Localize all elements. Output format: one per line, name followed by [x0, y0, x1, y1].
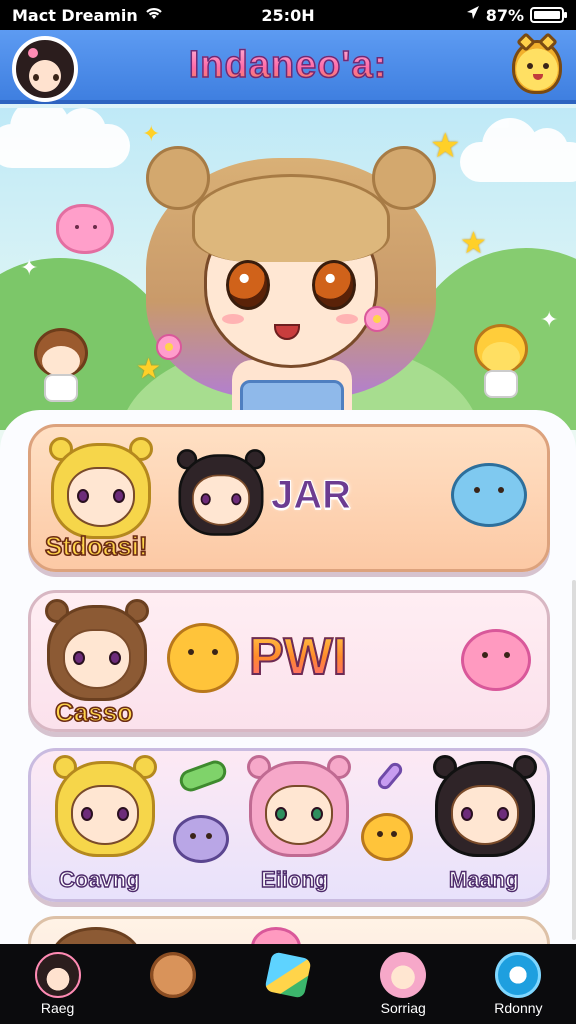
cloud — [460, 118, 576, 182]
app-screen: Mact Dreamin 25:0H 87% Indaneo'a: ★ ★ ★ … — [0, 0, 576, 1024]
hero-cheek — [222, 314, 244, 324]
pink-cat-creature — [461, 629, 531, 691]
yellow-cat-creature — [167, 623, 239, 693]
status-bar: Mact Dreamin 25:0H 87% — [0, 0, 576, 30]
app-header: Indaneo'a: — [0, 30, 576, 104]
location-arrow-icon — [466, 5, 480, 25]
character-list: JAR Stdoasi! PWI Casso Coavng Eiiong Maa… — [0, 410, 576, 976]
hero-bangs — [192, 174, 390, 262]
tab-gem[interactable] — [230, 944, 345, 1024]
shop-character-icon — [380, 952, 427, 998]
character-label: Casso — [54, 696, 134, 728]
tab-shop[interactable]: Sorriag — [346, 944, 461, 1024]
tab-home[interactable]: Raeg — [0, 944, 115, 1024]
home-character-icon — [34, 952, 81, 998]
character-avatar-pink-hair — [245, 755, 353, 863]
tab-label: Raeg — [40, 1000, 75, 1016]
character-label: Maang — [448, 866, 519, 892]
character-card-group[interactable]: Coavng Eiiong Maang — [28, 748, 550, 902]
hair-bow-icon — [28, 48, 38, 58]
tab-bar: Raeg Sorriag Rdonny — [0, 944, 576, 1024]
battery-text: 87% — [485, 5, 524, 25]
pink-blob-creature — [56, 204, 114, 254]
hero-eye — [226, 260, 270, 310]
purple-critter — [173, 815, 229, 863]
feather-icon — [374, 760, 406, 792]
character-card-jar[interactable]: JAR Stdoasi! — [28, 424, 550, 572]
battery-icon — [530, 7, 567, 23]
gem-icon — [264, 951, 312, 999]
bag-icon — [149, 952, 196, 998]
tab-social[interactable]: Rdonny — [461, 944, 576, 1024]
profile-avatar[interactable] — [12, 36, 78, 102]
status-left: Mact Dreamin — [12, 5, 212, 25]
side-character-left — [28, 328, 92, 402]
character-avatar-brunette — [43, 599, 151, 707]
yellow-chick-creature — [361, 813, 413, 861]
character-card-pwi[interactable]: PWI Casso — [28, 590, 550, 732]
hero-cheek — [336, 314, 358, 324]
card-title: JAR — [270, 473, 352, 518]
hero-character — [146, 138, 436, 430]
scrollbar[interactable] — [572, 580, 576, 940]
character-label: Stdoasi! — [44, 530, 148, 562]
character-avatar-black-hair — [175, 449, 267, 541]
avatar-eyes — [33, 74, 59, 81]
character-label: Eiiong — [260, 866, 329, 892]
hero-banner: ★ ★ ★ ✦ ✦ ✦ — [0, 108, 576, 430]
side-character-right — [468, 324, 532, 398]
status-right: 87% — [364, 5, 567, 25]
app-title: Indaneo'a: — [188, 43, 388, 87]
social-globe-icon — [495, 952, 542, 998]
leaf-icon — [176, 757, 230, 795]
status-time: 25:0H — [261, 5, 315, 25]
tab-label: Rdonny — [494, 1000, 543, 1016]
battery-fill — [534, 11, 560, 19]
character-avatar-black-hair — [431, 755, 539, 863]
tab-bag[interactable] — [115, 944, 230, 1024]
card-title: PWI — [248, 627, 348, 687]
star-icon: ★ — [460, 226, 487, 261]
character-avatar-blonde — [47, 437, 155, 545]
blue-fox-creature — [451, 463, 527, 527]
tab-label: Sorriag — [380, 1000, 426, 1016]
flower-icon — [156, 334, 182, 360]
carrier-label: Mact Dreamin — [12, 5, 138, 25]
cloud — [0, 108, 130, 168]
flower-icon — [364, 306, 390, 332]
hero-eye — [312, 260, 356, 310]
sparkle-icon: ✦ — [540, 308, 559, 333]
mascot-face-icon[interactable] — [512, 32, 562, 94]
wifi-icon — [144, 5, 164, 25]
character-avatar-blonde — [51, 755, 159, 863]
character-label: Coavng — [58, 866, 140, 892]
sparkle-icon: ✦ — [20, 256, 39, 281]
